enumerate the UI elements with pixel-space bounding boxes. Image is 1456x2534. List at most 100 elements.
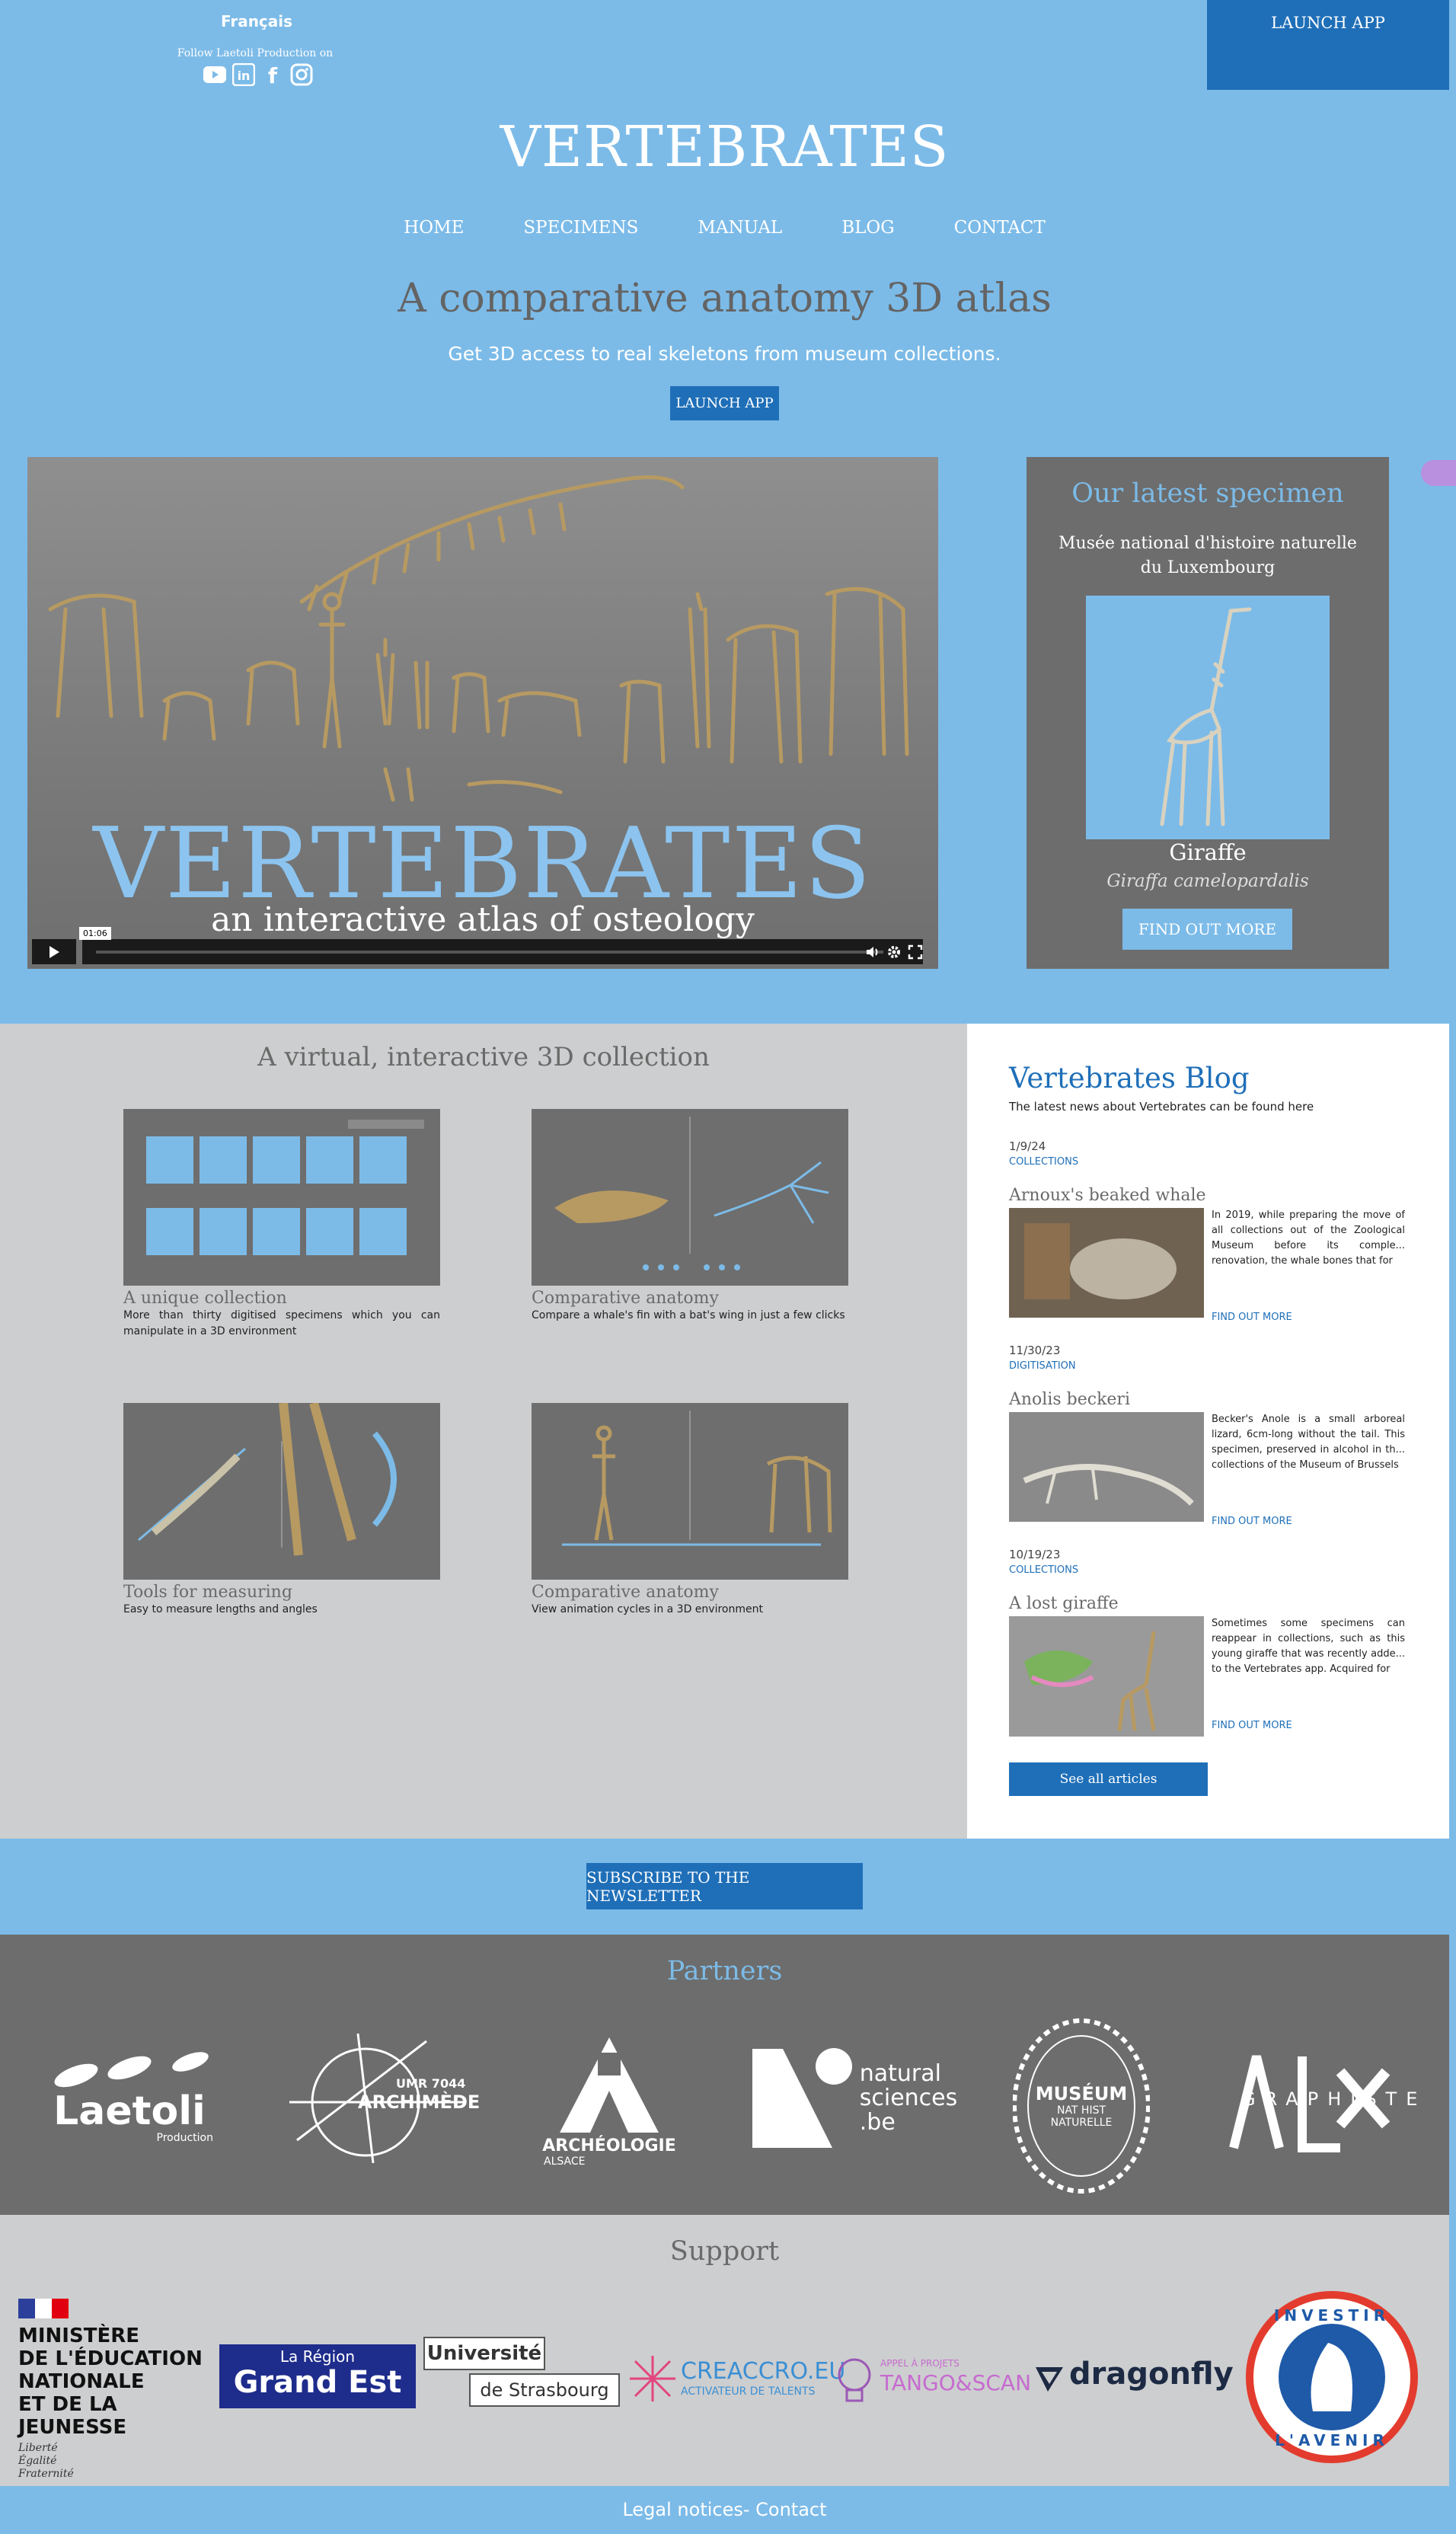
feature-desc: Easy to measure lengths and angles	[123, 1603, 318, 1615]
universite-strasbourg-logo[interactable]: Université de Strasbourg	[423, 2337, 620, 2410]
archeologie-alsace-logo[interactable]: ARCHÉOLOGIE ALSACE	[533, 2026, 685, 2178]
post-excerpt: Becker's Anole is a small arboreal lizar…	[1212, 1414, 1405, 1471]
be-line: .be	[859, 2109, 896, 2136]
ministere-line: NATIONALE	[18, 2370, 145, 2393]
latest-specimen-museum: Musée national d'histoire naturelle du L…	[1058, 534, 1357, 577]
launch-app-hero-button[interactable]: LAUNCH APP	[670, 386, 779, 420]
footer-links[interactable]: Legal notices- Contact	[0, 2486, 1449, 2534]
feature-desc: View animation cycles in a 3D environmen…	[532, 1603, 763, 1615]
follow-text: Follow Laetoli Production on	[177, 47, 334, 59]
post-category[interactable]: COLLECTIONS	[1009, 1564, 1405, 1576]
post-title[interactable]: A lost giraffe	[1009, 1594, 1405, 1613]
post-find-out-more-link[interactable]: FIND OUT MORE	[1212, 1720, 1405, 1731]
univ-bottom: de Strasbourg	[469, 2373, 620, 2407]
tango-scan-logo[interactable]: APPEL À PROJETS TANGO&SCAN	[830, 2352, 1032, 2405]
fullscreen-icon[interactable]	[908, 944, 923, 960]
giraffe-skeleton-image[interactable]	[1086, 596, 1330, 839]
ministere-line: DE L'ÉDUCATION	[18, 2347, 203, 2370]
see-all-articles-button[interactable]: See all articles	[1009, 1762, 1208, 1796]
laetoli-sub: Production	[156, 2132, 213, 2144]
svg-text:f: f	[268, 63, 278, 86]
nav-specimens[interactable]: SPECIMENS	[523, 218, 638, 238]
post-title[interactable]: Arnoux's beaked whale	[1009, 1186, 1405, 1205]
whale-bones-image[interactable]	[1009, 1208, 1204, 1318]
laetoli-logo[interactable]: Laetoli Production	[30, 2034, 228, 2155]
ministere-line: ET DE LA JEUNESSE	[18, 2393, 127, 2439]
dragonfly-name: dragonfly	[1069, 2357, 1234, 2392]
site-title: VERTEBRATES	[500, 114, 950, 180]
support-section: Support MINISTÈRE DE L'ÉDUCATION NATIONA…	[0, 2215, 1449, 2486]
laetoli-name: Laetoli	[53, 2088, 206, 2134]
investir-top: INVESTIR	[1273, 2306, 1391, 2325]
univ-top: Université	[423, 2337, 545, 2370]
unique-collection-screenshot[interactable]	[123, 1109, 440, 1286]
tango-name: TANGO&SCAN	[880, 2370, 1032, 2395]
nav-manual[interactable]: MANUAL	[698, 218, 782, 238]
settings-gear-icon[interactable]	[886, 944, 902, 960]
creaccro-logo[interactable]: CREACCRO.EU ACTIVATEUR DE TALENTS	[626, 2352, 845, 2405]
nav-blog[interactable]: BLOG	[841, 218, 894, 238]
anole-skeleton-image[interactable]	[1009, 1412, 1204, 1522]
youtube-icon[interactable]	[203, 62, 227, 87]
support-heading: Support	[669, 2236, 780, 2267]
investir-bottom: L'AVENIR	[1275, 2431, 1389, 2449]
launch-app-button[interactable]: LAUNCH APP	[1207, 0, 1449, 90]
archeologie-sub: ALSACE	[544, 2155, 586, 2168]
post-category[interactable]: COLLECTIONS	[1009, 1156, 1405, 1168]
volume-icon[interactable]	[865, 944, 880, 960]
blog-heading: Vertebrates Blog	[1009, 1062, 1250, 1094]
ministere-logo[interactable]: MINISTÈRE DE L'ÉDUCATION NATIONALE ET DE…	[18, 2299, 216, 2480]
facebook-icon[interactable]: f	[260, 62, 285, 87]
lost-giraffe-image[interactable]	[1009, 1616, 1204, 1737]
social-links: in f	[203, 62, 314, 87]
blog-subheading: The latest news about Vertebrates can be…	[1009, 1100, 1314, 1114]
instagram-icon[interactable]	[289, 62, 314, 87]
post-category[interactable]: DIGITISATION	[1009, 1360, 1405, 1372]
latest-specimen-card: Our latest specimen Musée national d'his…	[1027, 457, 1389, 969]
graphiste-text: GRAPHISTE	[1241, 2088, 1427, 2110]
measuring-tools-screenshot[interactable]	[123, 1403, 440, 1580]
alex-graphiste-logo[interactable]: GRAPHISTE	[1226, 2041, 1417, 2155]
ministere-line: MINISTÈRE	[18, 2325, 139, 2347]
post-title[interactable]: Anolis beckeri	[1009, 1390, 1405, 1409]
region-main: Grand Est	[233, 2365, 402, 2400]
nav-contact[interactable]: CONTACT	[954, 218, 1046, 238]
feature-desc: More than thirty digitised specimens whi…	[123, 1309, 440, 1337]
video-time-tooltip: 01:06	[79, 927, 111, 940]
tango-top: APPEL À PROJETS	[880, 2358, 959, 2369]
investir-avenir-logo[interactable]: INVESTIR L'AVENIR	[1244, 2290, 1419, 2465]
museum-logo[interactable]: MUSÉUM NAT HIST NATURELLE	[1013, 2018, 1150, 2194]
museum-sub: NAT HIST NATURELLE	[1050, 2104, 1113, 2129]
post-find-out-more-link[interactable]: FIND OUT MORE	[1212, 1312, 1405, 1323]
translate-side-tab[interactable]	[1421, 460, 1456, 486]
post-find-out-more-link[interactable]: FIND OUT MORE	[1212, 1516, 1405, 1527]
natural-line: natural	[859, 2060, 941, 2087]
whale-bat-comparison-screenshot[interactable]	[532, 1109, 848, 1286]
archimede-name: ARCHIMÈDE	[358, 2091, 481, 2113]
partners-section: Partners Laetoli Production UMR 7044 ARC…	[0, 1935, 1449, 2215]
subscribe-newsletter-button[interactable]: SUBSCRIBE TO THE NEWSLETTER	[586, 1863, 863, 1909]
post-date: 1/9/24	[1009, 1139, 1046, 1153]
blog-post: 1/9/24 COLLECTIONS Arnoux's beaked whale…	[1009, 1139, 1405, 1323]
dragonfly-logo[interactable]: dragonfly	[1033, 2357, 1234, 2402]
region-grand-est-logo[interactable]: La Région Grand Est	[219, 2344, 416, 2408]
latest-specimen-heading: Our latest specimen	[1071, 478, 1344, 509]
animation-cycles-screenshot[interactable]	[532, 1403, 848, 1580]
feature-title: A unique collection	[123, 1289, 287, 1308]
intro-video[interactable]: VERTEBRATES an interactive atlas of oste…	[27, 457, 938, 969]
post-date: 10/19/23	[1009, 1548, 1061, 1561]
archimede-logo[interactable]: UMR 7044 ARCHIMÈDE	[274, 2026, 480, 2163]
linkedin-icon[interactable]: in	[231, 62, 256, 87]
post-excerpt: In 2019, while preparing the move of all…	[1212, 1209, 1405, 1267]
language-switch[interactable]: Français	[200, 12, 314, 30]
nav-home[interactable]: HOME	[404, 218, 464, 238]
creaccro-name: CREACCRO.EU	[681, 2358, 846, 2385]
play-button[interactable]	[32, 939, 76, 964]
video-progress-track[interactable]	[96, 951, 883, 954]
find-out-more-button[interactable]: FIND OUT MORE	[1122, 909, 1292, 950]
feature-card: A unique collection More than thirty dig…	[123, 1109, 440, 1340]
natural-sciences-logo[interactable]: natural sciences .be	[742, 2041, 963, 2155]
features-section: A virtual, interactive 3D collection A u…	[0, 1024, 967, 1839]
features-heading: A virtual, interactive 3D collection	[257, 1042, 710, 1072]
sciences-line: sciences	[859, 2085, 958, 2111]
